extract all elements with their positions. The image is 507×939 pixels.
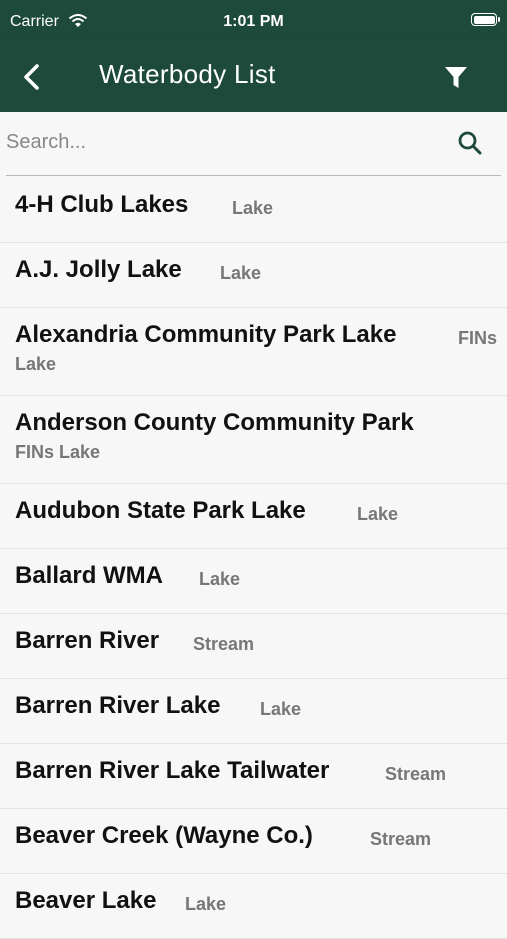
- waterbody-type: Lake: [185, 894, 227, 914]
- waterbody-type: Lake: [220, 263, 262, 283]
- list-item[interactable]: Barren River Lake Lake: [0, 679, 507, 744]
- filter-icon[interactable]: [441, 62, 471, 92]
- waterbody-type: Lake: [232, 198, 274, 218]
- waterbody-type: Lake: [260, 699, 302, 719]
- waterbody-type: Stream: [193, 634, 255, 654]
- waterbody-list: 4-H Club Lakes Lake A.J. Jolly Lake Lake…: [0, 178, 507, 939]
- nav-bar: Waterbody List: [0, 38, 507, 112]
- waterbody-name: Audubon State Park Lake: [15, 497, 306, 524]
- list-item[interactable]: Barren River Lake Tailwater Stream: [0, 744, 507, 809]
- page-title: Waterbody List: [99, 59, 276, 89]
- list-item[interactable]: Anderson County Community Park FINs Lake: [0, 396, 507, 484]
- list-item[interactable]: Audubon State Park Lake Lake: [0, 484, 507, 549]
- list-item[interactable]: Beaver Lake Lake: [0, 874, 507, 939]
- list-item[interactable]: A.J. Jolly Lake Lake: [0, 243, 507, 308]
- list-item[interactable]: 4-H Club Lakes Lake: [0, 178, 507, 243]
- search-icon[interactable]: [456, 129, 484, 157]
- waterbody-type: FINs Lake: [15, 442, 101, 462]
- list-item[interactable]: Alexandria Community Park Lake FINs Lake: [0, 308, 507, 396]
- waterbody-type-wrap: FINs: [458, 328, 498, 348]
- waterbody-name: Barren River Lake Tailwater: [15, 757, 330, 784]
- search-bar: [0, 112, 507, 178]
- waterbody-name: Beaver Creek (Wayne Co.): [15, 822, 313, 849]
- status-time: 1:01 PM: [223, 13, 284, 30]
- waterbody-type: Lake: [199, 569, 241, 589]
- list-item[interactable]: Barren River Stream: [0, 614, 507, 679]
- back-button[interactable]: [16, 60, 50, 94]
- battery-icon: [471, 13, 500, 26]
- waterbody-type: Lake: [357, 504, 399, 524]
- waterbody-name: Ballard WMA: [15, 562, 164, 589]
- waterbody-type: Stream: [370, 829, 432, 849]
- waterbody-type-cont: Lake: [15, 354, 57, 374]
- search-underline: [6, 175, 501, 176]
- waterbody-name: Anderson County Community Park: [15, 409, 414, 436]
- waterbody-name: A.J. Jolly Lake: [15, 256, 182, 283]
- waterbody-name: Barren River: [15, 627, 160, 654]
- waterbody-name: Alexandria Community Park Lake: [15, 321, 397, 348]
- list-item[interactable]: Beaver Creek (Wayne Co.) Stream: [0, 809, 507, 874]
- waterbody-name: Beaver Lake: [15, 887, 157, 914]
- search-input[interactable]: [6, 124, 446, 160]
- status-bar: Carrier 1:01 PM: [0, 0, 507, 38]
- list-item[interactable]: Ballard WMA Lake: [0, 549, 507, 614]
- waterbody-name: 4-H Club Lakes: [15, 191, 189, 218]
- waterbody-name: Barren River Lake: [15, 692, 221, 719]
- waterbody-type: Stream: [385, 764, 447, 784]
